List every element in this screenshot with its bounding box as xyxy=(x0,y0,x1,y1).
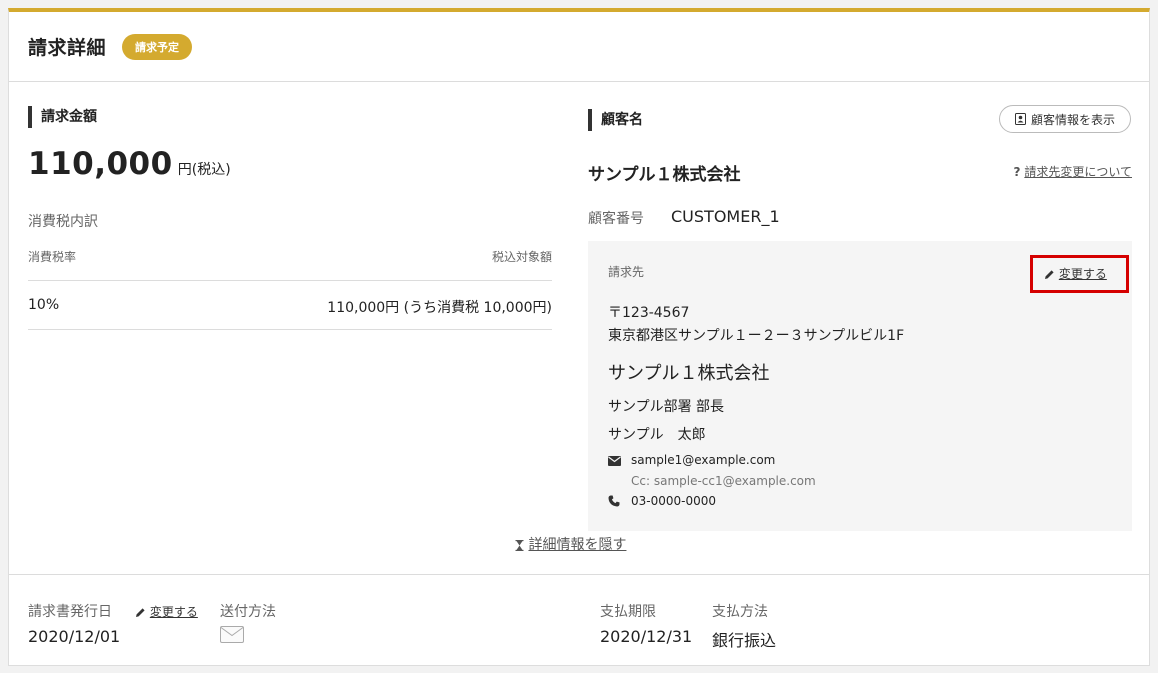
customer-name: サンプル１株式会社 xyxy=(588,165,741,185)
change-button-highlight xyxy=(1030,255,1129,293)
taxed-amount-cell: 110,000円 (うち消費税 10,000円) xyxy=(327,300,552,316)
amount-block: 110,000 円(税込) xyxy=(28,146,231,182)
column-header-tax-rate: 消費税率 xyxy=(28,250,77,264)
show-customer-info-label: 顧客情報を表示 xyxy=(1030,112,1115,127)
address: 東京都港区サンプル１ー２ー３サンプルビル1F xyxy=(608,328,905,344)
billing-person: サンプル 太郎 xyxy=(608,427,706,443)
phone-icon xyxy=(608,495,620,507)
customer-section-label: 顧客名 xyxy=(588,109,643,131)
send-method-label: 送付方法 xyxy=(220,604,276,620)
change-issue-date-label: 変更する xyxy=(149,605,198,619)
card-header: 請求詳細 請求予定 xyxy=(9,12,1149,82)
customer-number-label: 顧客番号 xyxy=(588,211,644,227)
hourglass-icon xyxy=(515,539,524,551)
amount-section-label: 請求金額 xyxy=(28,106,97,128)
due-date: 2020/12/31 xyxy=(600,627,693,646)
page-title: 請求詳細 xyxy=(28,37,107,59)
column-header-taxed-amount: 税込対象額 xyxy=(491,250,552,264)
mail-icon xyxy=(220,626,244,643)
status-badge: 請求予定 xyxy=(122,33,193,60)
toggle-details-label: 詳細情報を隠す xyxy=(528,537,627,553)
question-icon: ? xyxy=(1013,165,1021,179)
billing-change-help-link[interactable]: 請求先変更について xyxy=(1024,165,1132,179)
payment-method: 銀行振込 xyxy=(712,631,777,650)
billing-label: 請求先 xyxy=(608,265,645,279)
issue-date: 2020/12/01 xyxy=(28,627,121,646)
contact-card-icon xyxy=(1014,113,1026,125)
toggle-details-link[interactable]: 詳細情報を隠す xyxy=(515,534,626,554)
table-row-divider xyxy=(28,329,552,330)
change-issue-date-button[interactable]: 変更する xyxy=(135,603,198,620)
invoice-detail-card: 請求詳細 請求予定 請求金額 110,000 円(税込) 消費税内訳 消費税率 … xyxy=(8,8,1150,666)
tax-breakdown-label: 消費税内訳 xyxy=(28,214,98,230)
pencil-icon xyxy=(136,608,145,617)
customer-number: CUSTOMER_1 xyxy=(671,207,780,226)
billing-change-help[interactable]: ? 請求先変更について xyxy=(999,163,1132,180)
show-customer-info-button[interactable]: 顧客情報を表示 xyxy=(999,105,1131,133)
postal-code: 〒123-4567 xyxy=(608,305,690,321)
footer-divider xyxy=(9,574,1149,575)
billing-company: サンプル１株式会社 xyxy=(608,363,770,384)
billing-cc: Cc: sample-cc1@example.com xyxy=(631,474,816,488)
billing-department: サンプル部署 部長 xyxy=(608,399,725,415)
table-divider xyxy=(28,280,552,281)
issue-date-label: 請求書発行日 xyxy=(28,604,112,620)
tax-rate-cell: 10% xyxy=(28,297,60,313)
total-amount: 110,000 xyxy=(28,146,173,182)
due-date-label: 支払期限 xyxy=(600,604,656,620)
amount-unit: 円(税込) xyxy=(177,162,231,178)
billing-email: sample1@example.com xyxy=(631,453,776,467)
payment-method-label: 支払方法 xyxy=(712,604,768,620)
envelope-icon xyxy=(608,456,621,466)
billing-phone: 03-0000-0000 xyxy=(631,494,717,508)
